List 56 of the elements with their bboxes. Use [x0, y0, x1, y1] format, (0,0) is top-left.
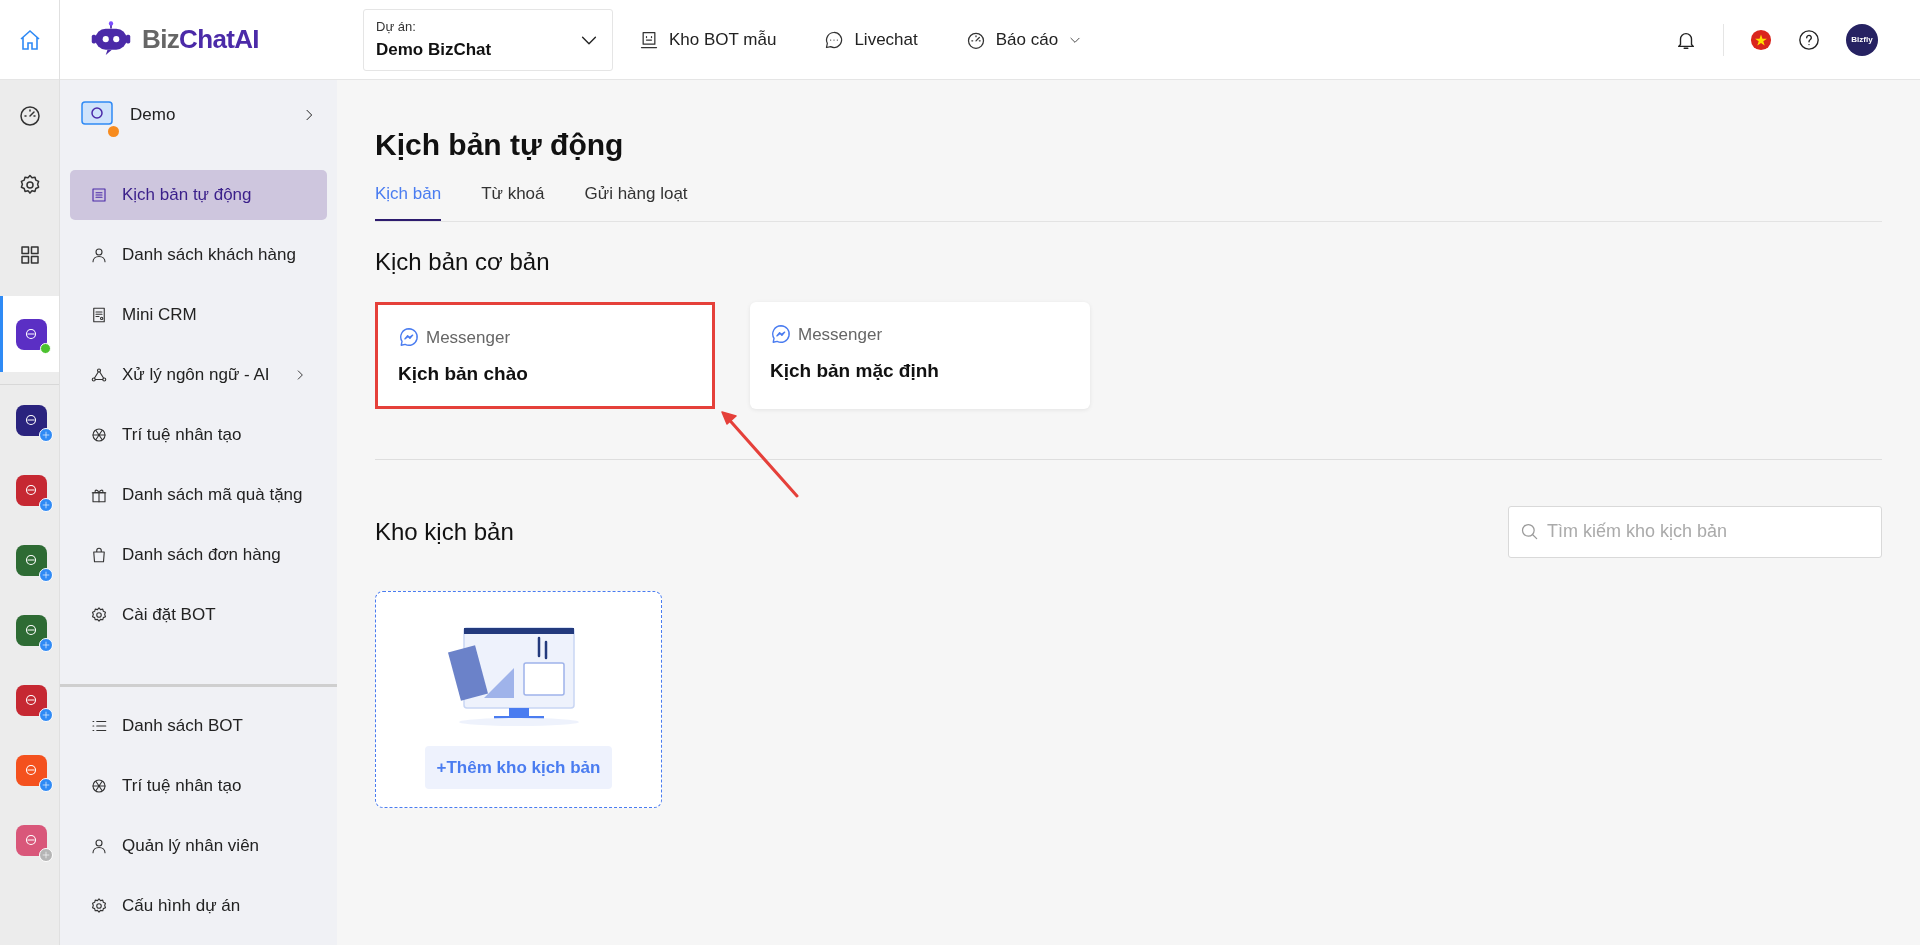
sidebar-item[interactable]: Danh sách đơn hàng	[70, 530, 327, 580]
robot-face-icon	[639, 29, 659, 50]
search-field[interactable]: Tìm kiếm kho kịch bản	[1508, 505, 1882, 558]
avatar[interactable]: Bizfly	[1846, 23, 1878, 56]
app-icon[interactable]	[15, 404, 47, 436]
sidebar-item[interactable]: Danh sách BOT	[70, 701, 327, 751]
nav-link[interactable]: Báo cáo	[965, 26, 1083, 53]
settings-icon	[90, 897, 108, 915]
search-icon	[1520, 521, 1540, 542]
sidebar-item[interactable]: Cấu hình dự án	[70, 881, 327, 931]
network-icon	[90, 366, 108, 384]
nav-link[interactable]: Livechat	[824, 26, 918, 53]
script-card[interactable]: Messenger Kịch bản mặc định	[750, 301, 1090, 409]
user-icon	[90, 837, 108, 855]
sidebar-item[interactable]: Cài đặt BOT	[70, 590, 327, 640]
sidebar-item[interactable]: Danh sách mã quà tặng	[70, 470, 327, 520]
app-icon[interactable]	[15, 614, 47, 646]
logo-text: BizChatAI	[142, 23, 259, 56]
app-icon[interactable]	[15, 684, 47, 716]
section-title: Kho kịch bản	[375, 516, 514, 547]
flag-icon[interactable]	[1750, 28, 1772, 51]
channel-label: Messenger	[798, 323, 883, 346]
list-icon	[90, 186, 108, 204]
sidebar-item[interactable]: Quản lý nhân viên	[70, 821, 327, 871]
sidebar-item[interactable]: Trí tuệ nhân tạo	[70, 761, 327, 811]
project-switcher[interactable]: Demo	[60, 80, 337, 150]
sidebar-item[interactable]: Danh sách khách hàng	[70, 230, 327, 280]
messenger-icon	[398, 326, 420, 349]
gauge-icon[interactable]	[17, 103, 42, 127]
sidebar-item[interactable]: Xử lý ngôn ngữ - AI	[70, 350, 327, 400]
card-title: Kịch bản mặc định	[770, 359, 940, 383]
sidebar-item[interactable]: Mini CRM	[70, 290, 327, 340]
card-title: Kịch bản chào	[398, 362, 529, 386]
section-title: Kịch bản cơ bản	[375, 246, 551, 277]
app-icon[interactable]	[15, 474, 47, 506]
nav-link[interactable]: Kho BOT mẫu	[639, 26, 777, 53]
messenger-icon	[770, 323, 792, 346]
sidebar-item[interactable]: Trí tuệ nhân tạo	[70, 410, 327, 460]
tab[interactable]: Kịch bản	[375, 181, 442, 221]
project-name: Demo BizChat	[376, 38, 492, 61]
sidebar-item[interactable]: Kịch bản tự động	[70, 170, 327, 220]
user-icon	[90, 246, 108, 264]
app-icon[interactable]	[15, 318, 47, 350]
app-icon[interactable]	[15, 544, 47, 576]
tab[interactable]: Gửi hàng loạt	[584, 181, 688, 221]
project-dropdown[interactable]: Dự án: Demo BizChat	[363, 8, 613, 71]
shopping-bag-icon	[90, 546, 108, 564]
tab[interactable]: Từ khoá	[481, 181, 545, 221]
script-card[interactable]: Messenger Kịch bản chào	[375, 301, 715, 409]
document-icon	[90, 306, 108, 324]
settings-icon	[90, 606, 108, 624]
chat-bubble-icon	[824, 29, 845, 50]
page-title: Kịch bản tự động	[375, 127, 625, 163]
project-label: Dự án:	[376, 18, 417, 36]
help-icon[interactable]	[1798, 28, 1820, 51]
channel-label: Messenger	[426, 326, 511, 349]
